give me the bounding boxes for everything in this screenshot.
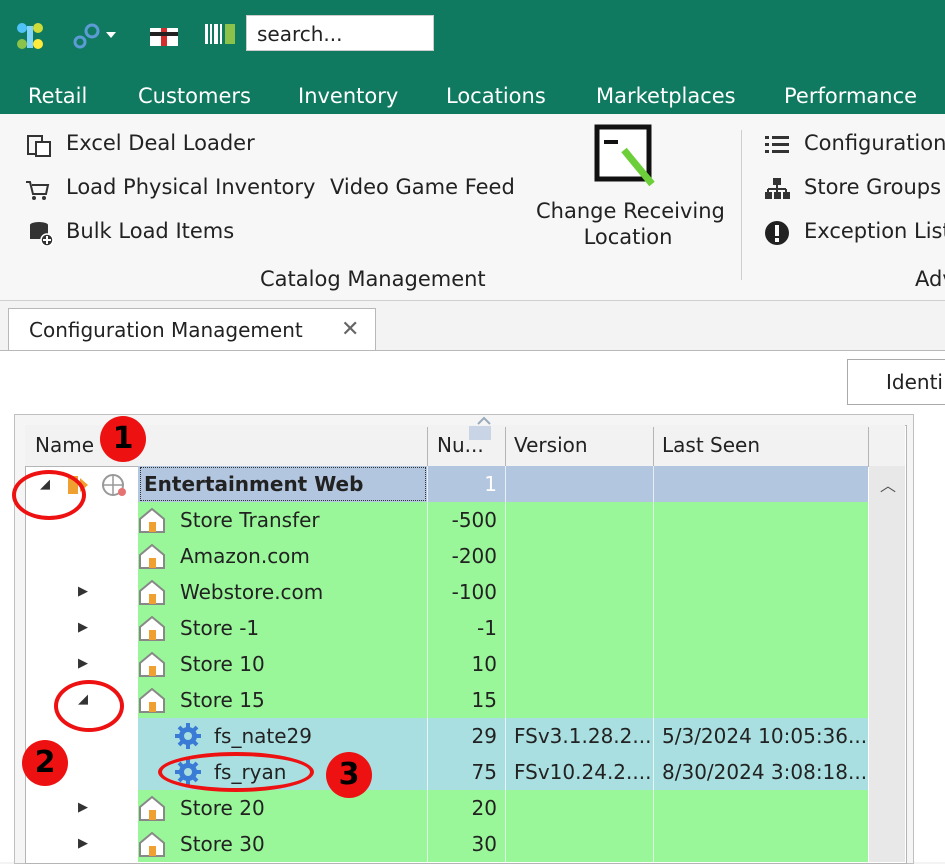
expand-arrow-icon[interactable]: ▶ xyxy=(78,800,88,815)
menu-inventory[interactable]: Inventory xyxy=(298,84,398,108)
excel-deal-loader-button[interactable]: Excel Deal Loader xyxy=(66,131,255,155)
load-physical-inventory-button[interactable]: Load Physical Inventory xyxy=(66,175,315,199)
vertical-scrollbar[interactable] xyxy=(869,466,905,862)
annotation-marker-1: 1 xyxy=(100,416,146,462)
column-line xyxy=(427,466,428,862)
gear-icon xyxy=(175,723,201,749)
change-receiving-location-button[interactable]: Change Receiving Location xyxy=(536,199,725,249)
column-header-name[interactable]: Name xyxy=(35,433,94,457)
column-divider[interactable] xyxy=(505,427,506,466)
row-name: Store Transfer xyxy=(180,508,320,532)
store-groups-button[interactable]: Store Groups xyxy=(804,175,941,199)
column-line xyxy=(653,466,654,862)
store-icon xyxy=(139,687,165,713)
menu-customers[interactable]: Customers xyxy=(138,84,251,108)
ribbon-separator xyxy=(741,130,742,280)
row-number: 15 xyxy=(471,688,497,712)
store-groups-icon xyxy=(765,178,790,199)
catalog-management-group-label: Catalog Management xyxy=(260,267,486,291)
row-number: -200 xyxy=(451,544,497,568)
tab-label: Configuration Management xyxy=(29,318,303,342)
row-number: 29 xyxy=(471,724,497,748)
annotation-marker-3: 3 xyxy=(326,752,372,798)
store-icon xyxy=(139,831,165,857)
column-divider[interactable] xyxy=(427,427,428,466)
row-number: 10 xyxy=(471,652,497,676)
row-last-seen: 8/30/2024 3:08:18... xyxy=(662,760,868,784)
row-number: 1 xyxy=(484,472,497,496)
identity-button[interactable]: Identi xyxy=(847,359,945,405)
expand-arrow-icon[interactable]: ▶ xyxy=(78,656,88,671)
store-icon xyxy=(139,795,165,821)
row-number: 30 xyxy=(471,832,497,856)
database-add-icon xyxy=(30,222,54,246)
row-name: fs_nate29 xyxy=(214,724,312,748)
row-name: Store 15 xyxy=(180,688,265,712)
close-icon[interactable]: ✕ xyxy=(341,317,359,342)
store-icon xyxy=(139,615,165,641)
cart-icon xyxy=(26,181,50,200)
annotation-marker-2: 2 xyxy=(22,740,68,786)
search-input[interactable]: search... xyxy=(246,15,434,51)
menu-locations[interactable]: Locations xyxy=(446,84,546,108)
row-name: Amazon.com xyxy=(180,544,310,568)
expand-arrow-icon[interactable]: ▶ xyxy=(78,620,88,635)
row-name: Store 20 xyxy=(180,796,265,820)
row-name: Store 30 xyxy=(180,832,265,856)
menu-retail[interactable]: Retail xyxy=(28,84,87,108)
barcode-icon[interactable] xyxy=(204,22,238,46)
adv-group-label: Adv xyxy=(915,267,945,291)
row-number: 75 xyxy=(471,760,497,784)
column-divider[interactable] xyxy=(868,427,869,466)
row-version: FSv3.1.28.2... xyxy=(514,724,652,748)
store-icon xyxy=(139,579,165,605)
row-name: Webstore.com xyxy=(180,580,324,604)
configuration-button[interactable]: Configuration xyxy=(804,131,945,155)
row-number: -100 xyxy=(451,580,497,604)
exception-list-button[interactable]: Exception List xyxy=(804,219,945,243)
row-number: 20 xyxy=(471,796,497,820)
bulk-load-items-button[interactable]: Bulk Load Items xyxy=(66,219,234,243)
row-number: -500 xyxy=(451,508,497,532)
annotation-ring-2 xyxy=(54,680,124,732)
gift-icon[interactable] xyxy=(148,22,180,48)
column-header-version[interactable]: Version xyxy=(514,433,588,457)
row-version: FSv10.24.2.... xyxy=(514,760,652,784)
store-icon xyxy=(139,507,165,533)
change-location-icon xyxy=(594,124,655,187)
app-logo-icon xyxy=(17,23,43,49)
tab-configuration-management[interactable]: Configuration Management ✕ xyxy=(8,308,376,350)
expand-arrow-icon[interactable]: ▶ xyxy=(78,584,88,599)
scroll-up-icon[interactable]: ︿ xyxy=(880,472,896,496)
row-name: Store -1 xyxy=(180,616,260,640)
video-game-feed-button[interactable]: Video Game Feed xyxy=(330,175,515,199)
network-icon[interactable] xyxy=(72,22,102,50)
list-icon xyxy=(765,136,789,153)
column-divider[interactable] xyxy=(653,427,654,466)
main-menu: Retail Customers Inventory Locations Mar… xyxy=(0,80,945,114)
drag-drop-icon xyxy=(469,416,491,440)
store-icon xyxy=(139,651,165,677)
row-number: -1 xyxy=(477,616,497,640)
chevron-down-icon[interactable] xyxy=(106,32,116,40)
excel-loader-icon xyxy=(27,135,51,157)
annotation-ring-3 xyxy=(158,752,314,792)
store-icon xyxy=(139,543,165,569)
exception-icon xyxy=(765,221,789,245)
annotation-ring-1 xyxy=(12,470,86,520)
menu-performance[interactable]: Performance xyxy=(784,84,917,108)
expand-arrow-icon[interactable]: ▶ xyxy=(78,836,88,851)
row-name: Entertainment Web xyxy=(144,472,364,496)
menu-marketplaces[interactable]: Marketplaces xyxy=(596,84,736,108)
row-last-seen: 5/3/2024 10:05:36... xyxy=(662,724,868,748)
column-header-last-seen[interactable]: Last Seen xyxy=(662,433,760,457)
column-line xyxy=(505,466,506,862)
title-bar: search... xyxy=(0,0,945,80)
row-name: Store 10 xyxy=(180,652,265,676)
web-location-icon xyxy=(102,474,126,496)
change-receiving-label-1: Change Receiving xyxy=(536,199,725,223)
change-receiving-label-2: Location xyxy=(583,225,673,249)
